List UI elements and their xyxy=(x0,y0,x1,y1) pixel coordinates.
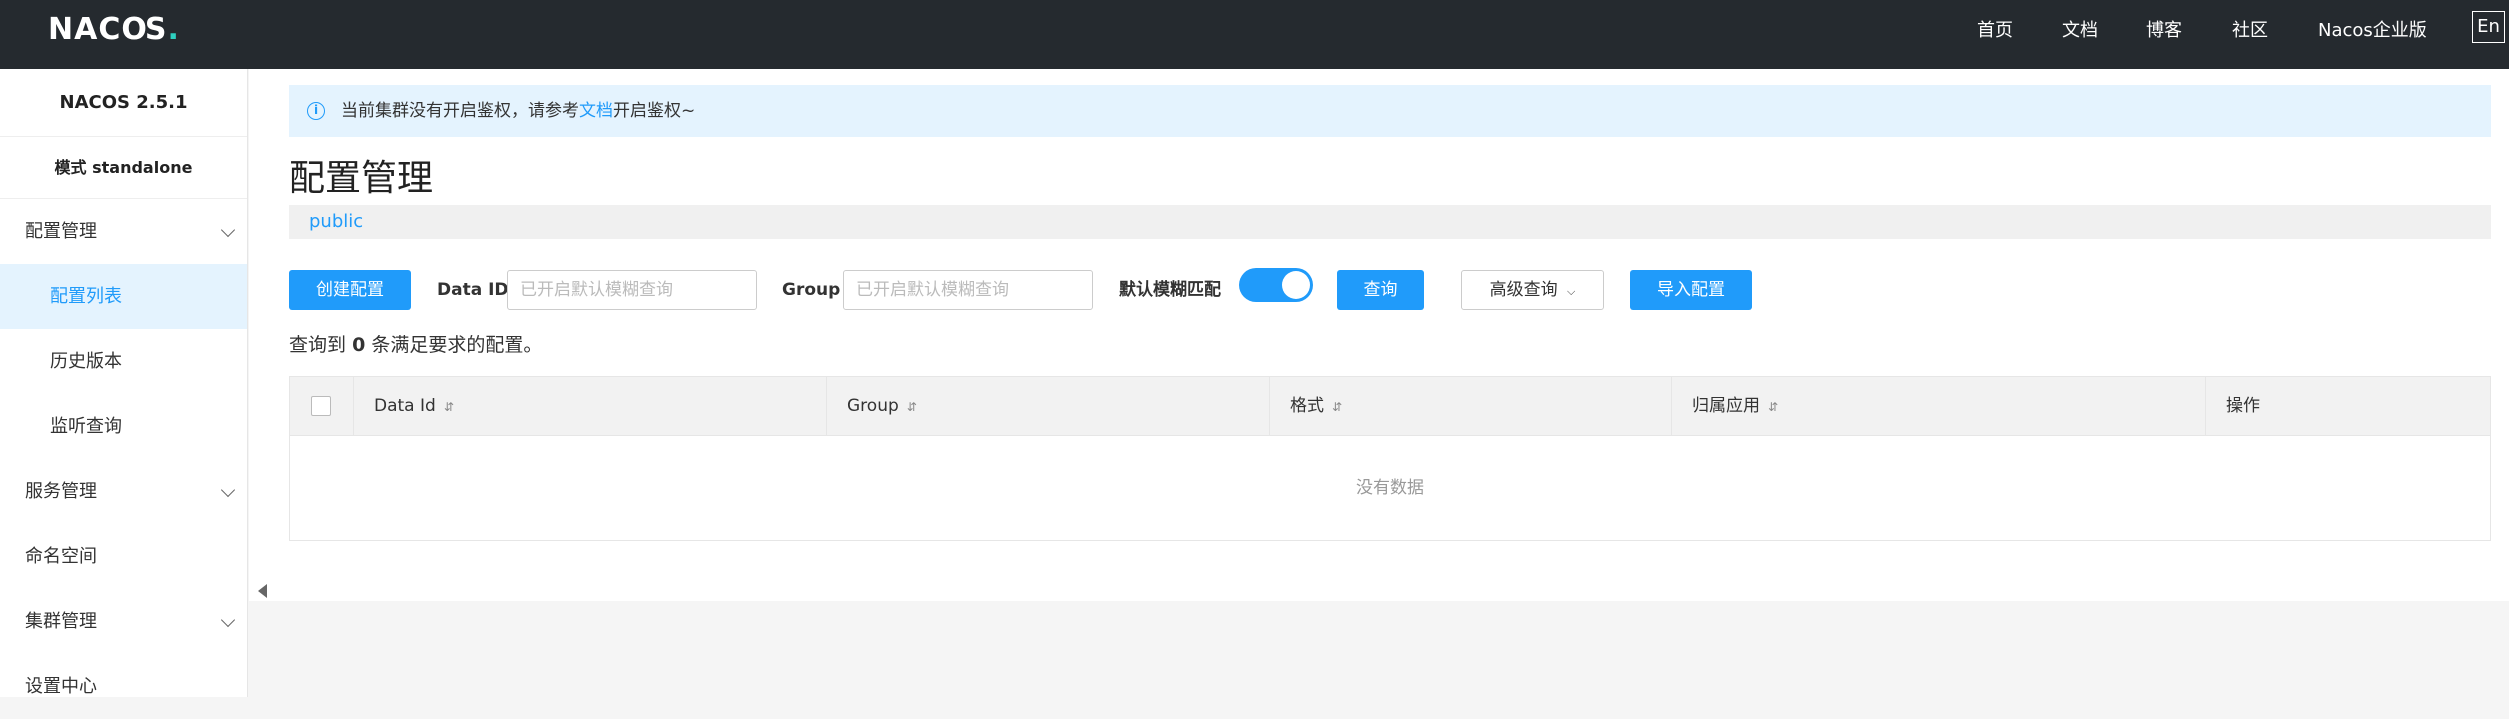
chevron-down-icon: ⌵ xyxy=(1567,285,1576,298)
sidebar-item-config-list[interactable]: 配置列表 xyxy=(0,264,247,329)
nav-home-link[interactable]: 首页 xyxy=(1977,16,2037,42)
sidebar-item-label: 监听查询 xyxy=(50,416,122,437)
main-content: i 当前集群没有开启鉴权，请参考文档开启鉴权~ 配置管理 public 创建配置… xyxy=(249,69,2509,601)
advanced-query-button[interactable]: 高级查询 ⌵ xyxy=(1461,270,1604,310)
sidebar-item-settings[interactable]: 设置中心 xyxy=(0,654,247,719)
sort-icon[interactable]: ⇵ xyxy=(1332,378,1342,437)
toggle-knob xyxy=(1282,271,1310,299)
create-config-button[interactable]: 创建配置 xyxy=(289,270,411,310)
sidebar: NACOS 2.5.1 模式 standalone 配置管理 配置列表 历史版本… xyxy=(0,69,248,697)
data-id-input[interactable] xyxy=(507,270,757,310)
column-format[interactable]: 格式 ⇵ xyxy=(1269,377,1671,436)
sidebar-item-label: 配置管理 xyxy=(25,221,97,242)
collapse-sidebar-icon[interactable] xyxy=(258,584,267,598)
sidebar-item-service-management[interactable]: 服务管理 xyxy=(0,459,247,524)
nav-community-link[interactable]: 社区 xyxy=(2232,16,2292,42)
info-icon: i xyxy=(307,102,325,120)
page-title: 配置管理 xyxy=(289,158,434,199)
sidebar-item-label: 历史版本 xyxy=(50,351,122,372)
top-nav: 首页 文档 博客 社区 Nacos企业版 xyxy=(0,0,2509,56)
column-label: 格式 xyxy=(1290,396,1324,416)
data-id-label: Data ID xyxy=(437,280,509,300)
sidebar-item-label: 设置中心 xyxy=(25,676,97,697)
result-count: 0 xyxy=(352,334,366,356)
advanced-query-label: 高级查询 xyxy=(1489,280,1558,300)
import-config-button[interactable]: 导入配置 xyxy=(1630,270,1752,310)
sidebar-item-label: 服务管理 xyxy=(25,481,97,502)
column-label: 归属应用 xyxy=(1692,396,1760,416)
column-data-id[interactable]: Data Id ⇵ xyxy=(353,377,826,436)
sidebar-item-label: 命名空间 xyxy=(25,546,97,567)
fuzzy-match-toggle[interactable] xyxy=(1239,268,1313,302)
sidebar-item-cluster-management[interactable]: 集群管理 xyxy=(0,589,247,654)
sidebar-item-namespace[interactable]: 命名空间 xyxy=(0,524,247,589)
namespace-bar: public xyxy=(289,205,2491,239)
nav-enterprise-link[interactable]: Nacos企业版 xyxy=(2318,16,2488,42)
sidebar-mode: 模式 standalone xyxy=(0,137,247,199)
top-navbar: NACOS. 首页 文档 博客 社区 Nacos企业版 En xyxy=(0,0,2509,69)
config-table: Data Id ⇵ Group ⇵ 格式 ⇵ 归属应用 ⇵ 操作 没有数据 xyxy=(289,376,2491,541)
result-prefix: 查询到 xyxy=(289,334,347,356)
sidebar-version: NACOS 2.5.1 xyxy=(0,69,247,137)
sort-icon[interactable]: ⇵ xyxy=(444,378,454,437)
sidebar-item-label: 配置列表 xyxy=(50,286,122,307)
sidebar-item-label: 集群管理 xyxy=(25,611,97,632)
nav-blog-link[interactable]: 博客 xyxy=(2146,16,2206,42)
result-suffix: 条满足要求的配置。 xyxy=(371,334,543,356)
notice-suffix: 开启鉴权~ xyxy=(613,101,696,121)
chevron-down-icon xyxy=(220,612,236,628)
chevron-down-icon xyxy=(220,482,236,498)
column-app[interactable]: 归属应用 ⇵ xyxy=(1671,377,2205,436)
column-label: Group xyxy=(847,396,899,416)
column-group[interactable]: Group ⇵ xyxy=(826,377,1269,436)
nav-docs-link[interactable]: 文档 xyxy=(2062,16,2122,42)
notice-docs-link[interactable]: 文档 xyxy=(579,101,613,121)
auth-notice: i 当前集群没有开启鉴权，请参考文档开启鉴权~ xyxy=(289,85,2491,137)
language-switch-button[interactable]: En xyxy=(2472,11,2505,43)
namespace-public[interactable]: public xyxy=(309,211,363,232)
fuzzy-match-label: 默认模糊匹配 xyxy=(1119,280,1221,300)
chevron-down-icon xyxy=(220,222,236,238)
result-summary: 查询到 0 条满足要求的配置。 xyxy=(289,330,542,357)
sidebar-item-listener-query[interactable]: 监听查询 xyxy=(0,394,247,459)
table-header: Data Id ⇵ Group ⇵ 格式 ⇵ 归属应用 ⇵ 操作 xyxy=(290,377,2490,436)
column-label: 操作 xyxy=(2226,396,2260,416)
column-label: Data Id xyxy=(374,396,436,416)
notice-prefix: 当前集群没有开启鉴权，请参考 xyxy=(341,101,579,121)
query-button[interactable]: 查询 xyxy=(1337,270,1424,310)
sort-icon[interactable]: ⇵ xyxy=(907,378,917,437)
sidebar-item-history[interactable]: 历史版本 xyxy=(0,329,247,394)
group-label: Group xyxy=(782,280,841,300)
group-input[interactable] xyxy=(843,270,1093,310)
sidebar-item-config-management[interactable]: 配置管理 xyxy=(0,199,247,264)
sort-icon[interactable]: ⇵ xyxy=(1768,378,1778,437)
select-all-checkbox[interactable] xyxy=(311,396,331,416)
empty-state: 没有数据 xyxy=(1356,478,1424,498)
column-operations: 操作 xyxy=(2205,377,2490,436)
